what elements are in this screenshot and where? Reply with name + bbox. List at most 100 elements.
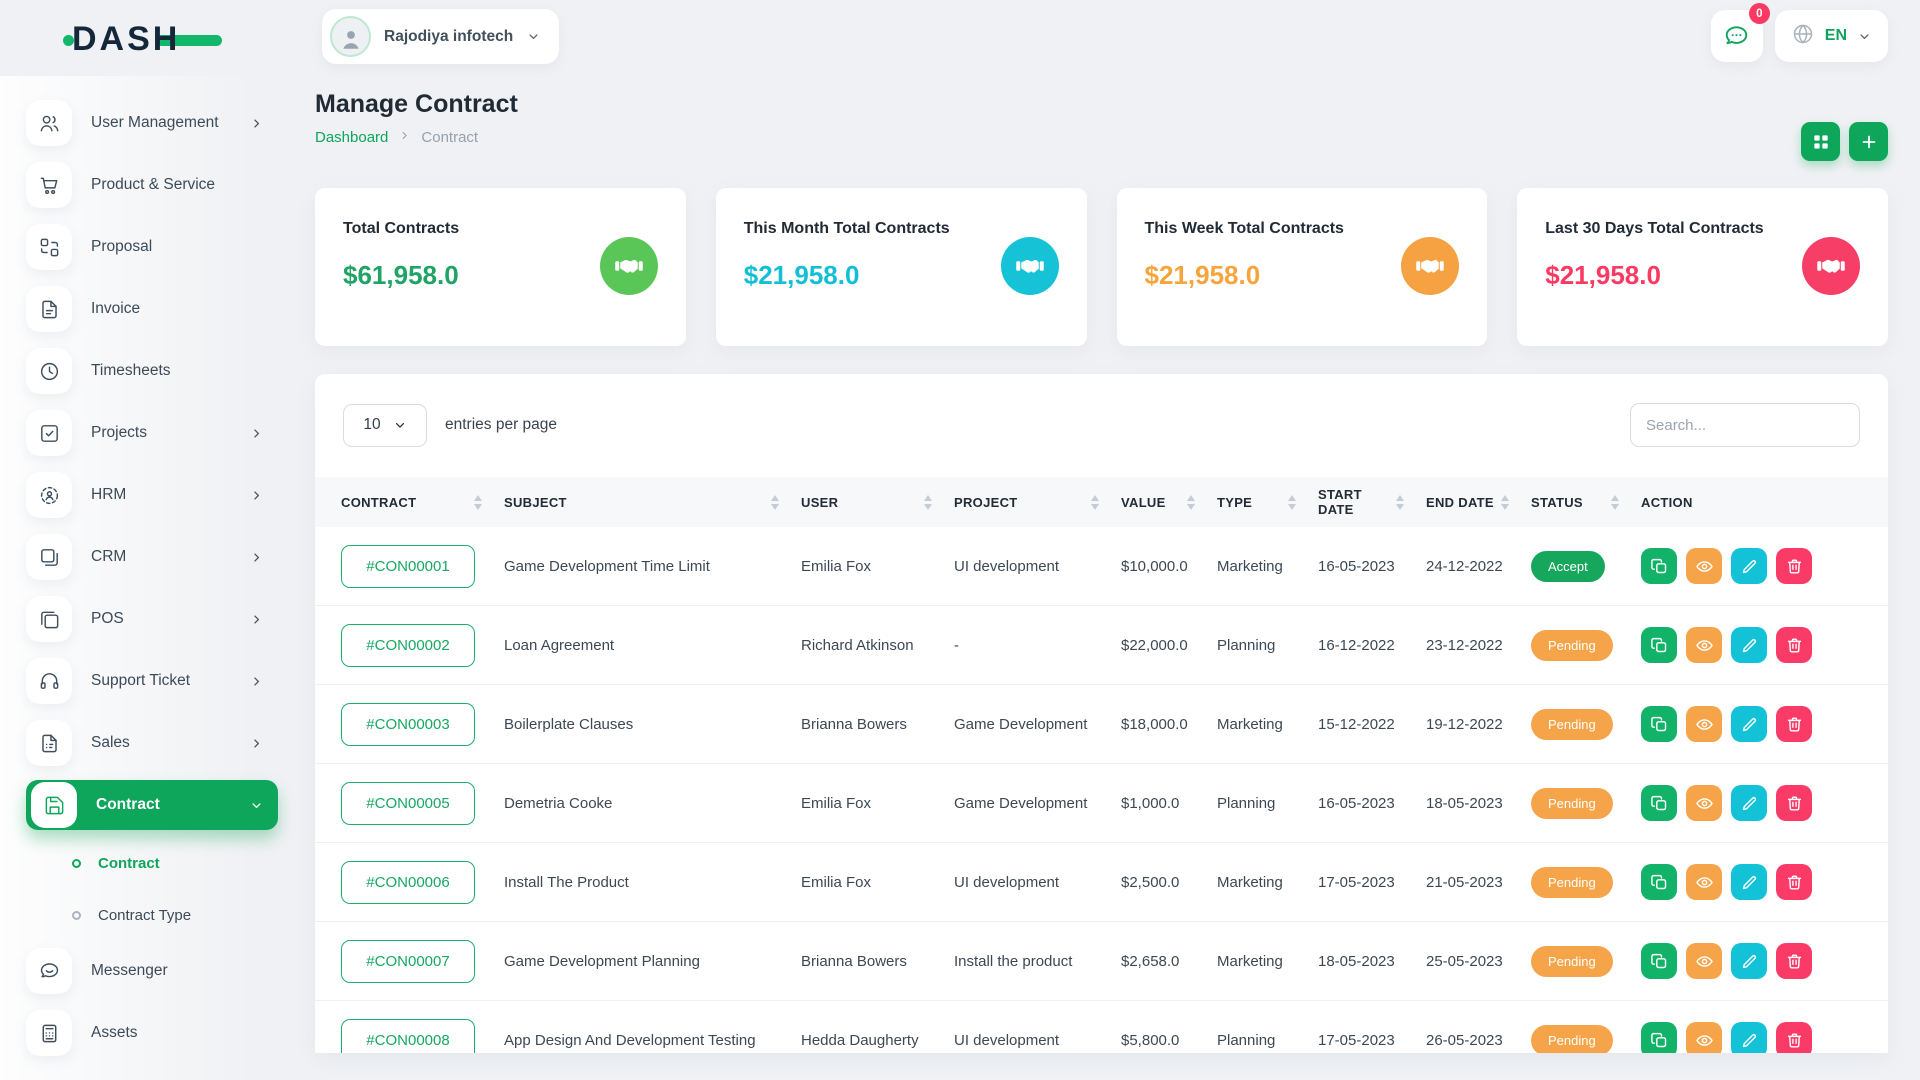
view-button[interactable] — [1686, 864, 1722, 900]
trash-icon — [1785, 794, 1804, 813]
view-button[interactable] — [1686, 1022, 1722, 1053]
pencil-icon — [1740, 873, 1759, 892]
cell-value: $5,800.0 — [1121, 1032, 1217, 1049]
sort-arrows-icon — [1501, 495, 1509, 510]
sidebar-subitem-contract[interactable]: Contract — [72, 842, 300, 884]
cell-value: $18,000.0 — [1121, 716, 1217, 733]
language-selector[interactable]: EN — [1775, 10, 1888, 62]
column-header-label: PROJECT — [954, 495, 1018, 510]
sidebar-item-product-service[interactable]: Product & Service — [26, 160, 278, 210]
cell-subject: Game Development Planning — [504, 953, 801, 970]
edit-button[interactable] — [1731, 943, 1767, 979]
handshake-icon — [600, 237, 658, 295]
cell-subject: Loan Agreement — [504, 637, 801, 654]
column-header-subject[interactable]: SUBJECT — [504, 495, 801, 510]
copy-icon — [1650, 794, 1669, 813]
delete-button[interactable] — [1776, 627, 1812, 663]
delete-button[interactable] — [1776, 864, 1812, 900]
edit-button[interactable] — [1731, 627, 1767, 663]
delete-button[interactable] — [1776, 548, 1812, 584]
edit-button[interactable] — [1731, 1022, 1767, 1053]
column-header-status[interactable]: STATUS — [1531, 495, 1641, 510]
crm-icon — [26, 534, 72, 580]
sidebar-item-proposal[interactable]: Proposal — [26, 222, 278, 272]
contract-id-pill[interactable]: #CON00002 — [341, 624, 475, 667]
sidebar-item-invoice[interactable]: Invoice — [26, 284, 278, 334]
contract-id-pill[interactable]: #CON00003 — [341, 703, 475, 746]
column-header-user[interactable]: USER — [801, 495, 954, 510]
contract-id-pill[interactable]: #CON00006 — [341, 861, 475, 904]
column-header-start-date[interactable]: START DATE — [1318, 487, 1426, 517]
cell-type: Marketing — [1217, 953, 1318, 970]
chevron-right-icon — [398, 129, 411, 146]
duplicate-button[interactable] — [1641, 943, 1677, 979]
delete-button[interactable] — [1776, 706, 1812, 742]
duplicate-button[interactable] — [1641, 706, 1677, 742]
sidebar-item-contract[interactable]: Contract — [26, 780, 278, 830]
cell-start-date: 18-05-2023 — [1318, 953, 1426, 970]
stat-label: Total Contracts — [343, 220, 658, 238]
duplicate-button[interactable] — [1641, 785, 1677, 821]
delete-button[interactable] — [1776, 943, 1812, 979]
duplicate-button[interactable] — [1641, 627, 1677, 663]
edit-button[interactable] — [1731, 864, 1767, 900]
sidebar-item-projects[interactable]: Projects — [26, 408, 278, 458]
view-button[interactable] — [1686, 785, 1722, 821]
sidebar-item-pos[interactable]: POS — [26, 594, 278, 644]
view-button[interactable] — [1686, 943, 1722, 979]
breadcrumb-dashboard-link[interactable]: Dashboard — [315, 129, 388, 146]
duplicate-button[interactable] — [1641, 1022, 1677, 1053]
chevron-right-icon — [249, 426, 264, 441]
contract-id-pill[interactable]: #CON00001 — [341, 545, 475, 588]
view-button[interactable] — [1686, 706, 1722, 742]
column-header-type[interactable]: TYPE — [1217, 495, 1318, 510]
cell-project: - — [954, 637, 1121, 654]
sidebar-subitem-contract-type[interactable]: Contract Type — [72, 894, 300, 936]
cart-icon — [26, 162, 72, 208]
pencil-icon — [1740, 1031, 1759, 1050]
cell-user: Emilia Fox — [801, 558, 954, 575]
contract-id-pill[interactable]: #CON00007 — [341, 940, 475, 983]
contract-id-pill[interactable]: #CON00005 — [341, 782, 475, 825]
contract-id-pill[interactable]: #CON00008 — [341, 1019, 475, 1054]
chevron-down-icon — [393, 418, 407, 432]
search-input[interactable] — [1630, 403, 1860, 447]
table-body: #CON00001Game Development Time LimitEmil… — [315, 527, 1888, 1053]
edit-button[interactable] — [1731, 548, 1767, 584]
duplicate-button[interactable] — [1641, 548, 1677, 584]
trash-icon — [1785, 715, 1804, 734]
cell-start-date: 16-12-2022 — [1318, 637, 1426, 654]
pencil-icon — [1740, 952, 1759, 971]
grid-view-button[interactable] — [1801, 122, 1840, 161]
sidebar-item-timesheets[interactable]: Timesheets — [26, 346, 278, 396]
sidebar-item-assets[interactable]: Assets — [26, 1008, 278, 1058]
sidebar-item-hrm[interactable]: HRM — [26, 470, 278, 520]
entries-per-page-select[interactable]: 10 — [343, 404, 427, 447]
messages-button[interactable]: 0 — [1711, 10, 1763, 62]
breadcrumb: Dashboard Contract — [315, 129, 518, 146]
column-header-contract[interactable]: CONTRACT — [341, 495, 504, 510]
sidebar-item-user-management[interactable]: User Management — [26, 98, 278, 148]
add-contract-button[interactable] — [1849, 122, 1888, 161]
duplicate-button[interactable] — [1641, 864, 1677, 900]
sidebar-item-crm[interactable]: CRM — [26, 532, 278, 582]
pos-icon — [26, 596, 72, 642]
view-button[interactable] — [1686, 627, 1722, 663]
edit-button[interactable] — [1731, 706, 1767, 742]
table-row: #CON00002Loan AgreementRichard Atkinson-… — [315, 606, 1888, 685]
view-button[interactable] — [1686, 548, 1722, 584]
column-header-project[interactable]: PROJECT — [954, 495, 1121, 510]
delete-button[interactable] — [1776, 785, 1812, 821]
eye-icon — [1695, 952, 1714, 971]
workspace-selector[interactable]: Rajodiya infotech — [322, 9, 559, 64]
delete-button[interactable] — [1776, 1022, 1812, 1053]
person-icon — [338, 26, 364, 52]
sidebar-item-support-ticket[interactable]: Support Ticket — [26, 656, 278, 706]
cell-end-date: 23-12-2022 — [1426, 637, 1531, 654]
cell-end-date: 24-12-2022 — [1426, 558, 1531, 575]
sidebar-item-messenger[interactable]: Messenger — [26, 946, 278, 996]
column-header-value[interactable]: VALUE — [1121, 495, 1217, 510]
column-header-end-date[interactable]: END DATE — [1426, 495, 1531, 510]
edit-button[interactable] — [1731, 785, 1767, 821]
sidebar-item-sales[interactable]: Sales — [26, 718, 278, 768]
